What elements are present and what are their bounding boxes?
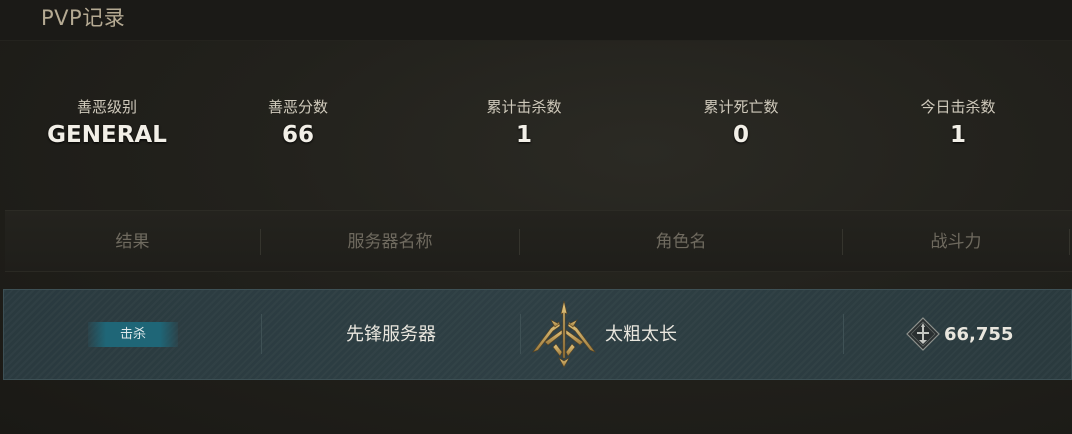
stat-value: 1 <box>949 122 966 148</box>
stat-label: 善恶分数 <box>267 98 328 116</box>
stat-total-kills: 累计击杀数 1 <box>424 96 624 151</box>
stat-label: 累计死亡数 <box>703 98 779 116</box>
column-header-power: 战斗力 <box>930 232 982 252</box>
table-header: 结果 服务器名称 角色名 战斗力 <box>5 210 1072 272</box>
combat-power-value: 66,755 <box>944 324 1014 345</box>
pvp-record-panel: PVP记录 善恶级别 GENERAL 善恶分数 66 累计击杀数 1 累计死亡数… <box>0 0 1072 434</box>
combat-power-icon <box>906 317 940 351</box>
stat-label: 善恶级别 <box>76 98 137 116</box>
column-header-server: 服务器名称 <box>347 232 433 252</box>
column-header-result: 结果 <box>115 232 150 252</box>
column-divider <box>1069 229 1070 255</box>
stat-alignment-level: 善恶级别 GENERAL <box>7 96 207 151</box>
result-badge: 击杀 <box>88 322 178 347</box>
stat-total-deaths: 累计死亡数 0 <box>641 96 841 151</box>
stat-label: 今日击杀数 <box>920 98 996 116</box>
column-header-character: 角色名 <box>655 232 707 252</box>
stat-today-kills: 今日击杀数 1 <box>858 96 1058 151</box>
trident-class-icon <box>532 300 596 368</box>
stat-value: 1 <box>515 122 532 148</box>
stat-value: GENERAL <box>47 122 167 148</box>
table-row[interactable]: 击杀 先锋服务器 太粗太长 66,755 <box>3 289 1072 380</box>
stat-value: 0 <box>732 122 749 148</box>
page-title: PVP记录 <box>41 6 126 30</box>
stat-value: 66 <box>281 122 314 148</box>
column-divider <box>520 314 521 354</box>
server-name: 先锋服务器 <box>346 324 436 345</box>
stats-summary: 善恶级别 GENERAL 善恶分数 66 累计击杀数 1 累计死亡数 0 今日击… <box>0 96 1072 166</box>
column-divider <box>843 314 844 354</box>
stat-label: 累计击杀数 <box>486 98 562 116</box>
title-bar: PVP记录 <box>0 0 1072 41</box>
character-name: 太粗太长 <box>605 324 677 345</box>
stat-alignment-score: 善恶分数 66 <box>198 96 398 151</box>
